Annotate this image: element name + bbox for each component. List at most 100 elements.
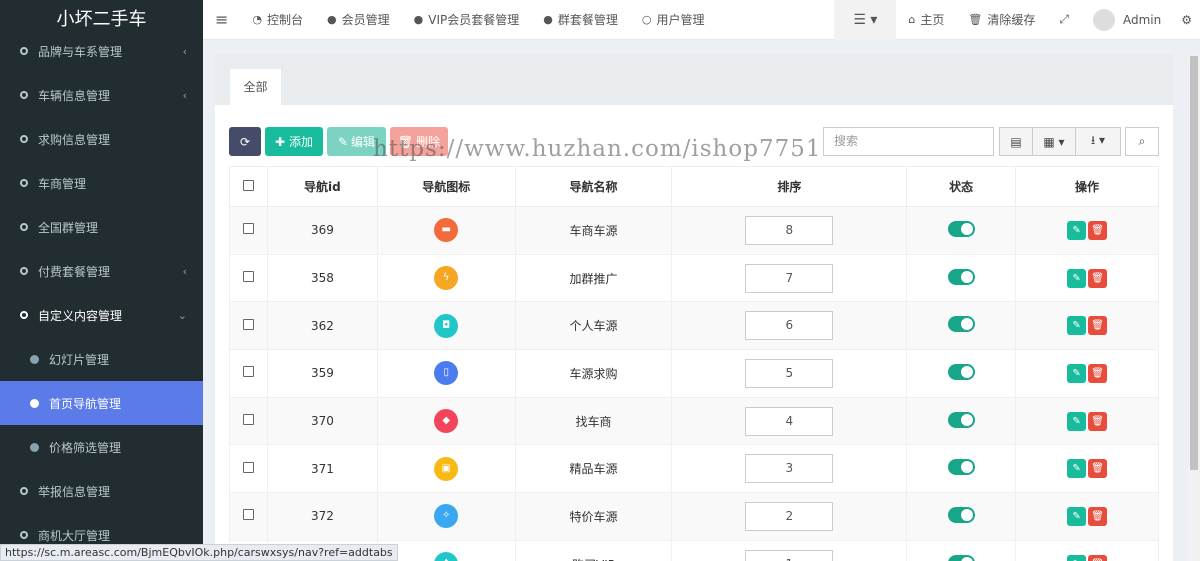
user-menu[interactable]: Admin [1081, 0, 1173, 40]
circle-icon: ● [413, 13, 424, 26]
row-checkbox[interactable] [242, 414, 254, 426]
edit-row-button[interactable]: ✎ [1067, 363, 1087, 383]
status-toggle[interactable] [947, 459, 975, 476]
search-input[interactable]: 搜索 [823, 127, 994, 156]
search-button[interactable]: ⌕ [1125, 127, 1159, 156]
nav-members[interactable]: ● 会员管理 [315, 0, 402, 40]
select-all-cell [229, 166, 268, 207]
sidebar-item-brand[interactable]: 品牌与车系管理 ‹ [0, 29, 203, 73]
edit-row-button[interactable]: ✎ [1067, 554, 1087, 561]
lightning-icon: ϟ [434, 266, 459, 291]
top-navbar: ≡ ◔ 控制台 ● 会员管理 ● VIP会员套餐管理 ● 群套餐管理 ○ 用户管理 ☰ ▾… [203, 0, 1200, 40]
page-scrollbar[interactable] [1188, 54, 1200, 561]
grid-icon: ▦ ▾ [1043, 134, 1065, 149]
delete-row-button[interactable]: 🗑 [1088, 268, 1108, 288]
sidebar-item-custom-content[interactable]: 自定义内容管理 ⌄ [0, 293, 203, 337]
nav-id: 358 [266, 253, 378, 303]
table-row: 358 ϟ 加群推广 7 ✎ 🗑 [229, 253, 1159, 303]
nav-group-packages[interactable]: ● 群套餐管理 [531, 0, 630, 40]
nav-dashboard[interactable]: ◔ 控制台 [240, 0, 315, 40]
edit-row-button[interactable]: ✎ [1067, 506, 1087, 526]
delete-row-button[interactable]: 🗑 [1088, 554, 1108, 561]
columns-button[interactable]: ▦ ▾ [1032, 127, 1076, 156]
delete-row-button[interactable]: 🗑 [1088, 411, 1108, 431]
sort-input[interactable]: 4 [745, 406, 834, 436]
sidebar-item-reports[interactable]: 举报信息管理 [0, 469, 203, 513]
sidebar: 小坏二手车 品牌与车系管理 ‹ 车辆信息管理 ‹ 求购信息管理 车商管理 全国群管理… [0, 0, 203, 561]
menu-toggle-button[interactable]: ≡ [203, 0, 240, 40]
edit-row-button[interactable]: ✎ [1067, 411, 1087, 431]
sort-input[interactable]: 6 [745, 311, 834, 341]
sort-input[interactable]: 3 [745, 454, 834, 484]
nav-dropdown-button[interactable]: ☰ ▾ [834, 0, 897, 40]
sort-input[interactable]: 7 [745, 263, 834, 293]
row-checkbox[interactable] [242, 223, 254, 235]
sort-input[interactable]: 5 [745, 358, 834, 388]
sidebar-item-dealer[interactable]: 车商管理 [0, 161, 203, 205]
status-toggle[interactable] [947, 411, 975, 428]
edit-button[interactable]: ✎ 编辑 [327, 127, 386, 156]
tab-all[interactable]: 全部 [230, 69, 281, 105]
toolbar: ⟳ ✚ 添加 ✎ 编辑 🗑 删除 搜索 ▤ ▦ ▾ ⭳ ▾ ⌕ [229, 127, 1159, 157]
row-checkbox[interactable] [242, 366, 254, 378]
sidebar-item-price-filter[interactable]: 价格筛选管理 [0, 425, 203, 469]
sidebar-item-purchase[interactable]: 求购信息管理 [0, 117, 203, 161]
status-bar-url: https://sc.m.areasc.com/BjmEQbvIOk.php/c… [0, 544, 398, 561]
document-icon: ▯ [434, 361, 459, 386]
plus-icon: ✚ [274, 134, 286, 149]
status-toggle[interactable] [947, 554, 975, 561]
settings-button[interactable]: ⚙ [1173, 0, 1200, 40]
status-toggle[interactable] [947, 316, 975, 333]
nav-id: 371 [266, 444, 378, 494]
delete-row-button[interactable]: 🗑 [1088, 459, 1108, 479]
list-icon: ☰ ▾ [853, 11, 878, 28]
sort-input[interactable]: 1 [745, 549, 834, 561]
circle-outline-icon: ○ [641, 13, 652, 26]
sidebar-item-groups[interactable]: 全国群管理 [0, 205, 203, 249]
user-icon: ● [327, 13, 337, 26]
sort-input[interactable]: 2 [745, 501, 834, 531]
nav-vip-packages[interactable]: ● VIP会员套餐管理 [402, 0, 532, 40]
refresh-button[interactable]: ⟳ [229, 127, 261, 156]
edit-row-button[interactable]: ✎ [1067, 316, 1087, 336]
nav-id: 359 [266, 349, 378, 398]
sidebar-item-slides[interactable]: 幻灯片管理 [0, 337, 203, 381]
scrollbar-thumb[interactable] [1190, 56, 1198, 470]
fullscreen-button[interactable]: ⤢ [1047, 0, 1081, 40]
nav-users[interactable]: ○ 用户管理 [630, 0, 717, 40]
delete-row-button[interactable]: 🗑 [1088, 316, 1108, 336]
delete-row-button[interactable]: 🗑 [1088, 220, 1108, 240]
status-toggle[interactable] [947, 268, 975, 285]
status-toggle[interactable] [947, 220, 975, 237]
edit-row-button[interactable]: ✎ [1067, 268, 1087, 288]
status-toggle[interactable] [947, 506, 975, 523]
delete-button[interactable]: 🗑 删除 [390, 127, 448, 156]
status-toggle[interactable] [947, 363, 975, 380]
row-checkbox[interactable] [242, 509, 254, 521]
circle-icon [20, 91, 28, 99]
car-icon: ◘ [434, 313, 459, 338]
circle-icon [20, 487, 28, 495]
sidebar-item-home-nav[interactable]: 首页导航管理 [0, 381, 203, 425]
table-icon: ▤ [1010, 134, 1022, 149]
col-header[interactable]: 导航id [266, 166, 378, 207]
delete-row-button[interactable]: 🗑 [1088, 506, 1108, 526]
home-link[interactable]: ⌂ 主页 [896, 0, 956, 40]
clear-cache-button[interactable]: 🗑 清除缓存 [956, 0, 1047, 40]
edit-row-button[interactable]: ✎ [1067, 220, 1087, 240]
toggle-view-button[interactable]: ▤ [999, 127, 1033, 156]
delete-row-button[interactable]: 🗑 [1088, 363, 1108, 383]
sidebar-item-packages[interactable]: 付费套餐管理 ‹ [0, 249, 203, 293]
row-checkbox[interactable] [242, 318, 254, 330]
col-header[interactable]: 排序 [671, 166, 908, 207]
table-body: 369 ▬ 车商车源 8 ✎🗑 358 ϟ 加群推广 7 ✎🗑 362 ◘ [229, 206, 1159, 561]
select-all-checkbox[interactable] [242, 179, 254, 191]
hamburger-icon: ≡ [215, 10, 229, 29]
add-button[interactable]: ✚ 添加 [265, 127, 323, 156]
sort-input[interactable]: 8 [745, 215, 834, 245]
sidebar-item-vehicle[interactable]: 车辆信息管理 ‹ [0, 73, 203, 117]
row-checkbox[interactable] [242, 461, 254, 473]
row-checkbox[interactable] [242, 271, 254, 283]
edit-row-button[interactable]: ✎ [1067, 459, 1087, 479]
export-button[interactable]: ⭳ ▾ [1075, 127, 1121, 156]
